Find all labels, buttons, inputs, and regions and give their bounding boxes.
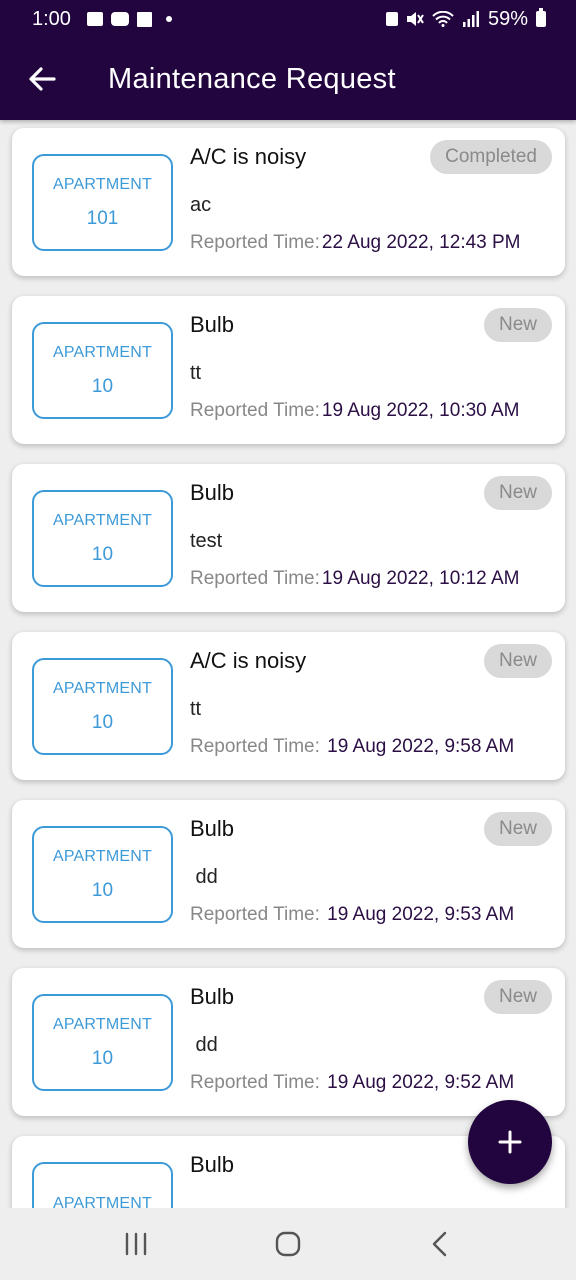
reported-time-label: Reported Time: (190, 1072, 320, 1093)
apartment-number: 101 (86, 207, 119, 229)
apartment-number: 10 (91, 1047, 114, 1069)
back-button[interactable] (12, 49, 72, 109)
apartment-box: APARTMENT 10 (32, 658, 173, 755)
app-bar: Maintenance Request (0, 38, 576, 120)
apartment-box: APARTMENT 10 (32, 826, 173, 923)
dot-icon (165, 16, 172, 22)
back-icon (432, 1231, 447, 1257)
request-description: tt (190, 698, 202, 720)
apartment-box: APARTMENT (32, 1162, 173, 1208)
request-card[interactable]: APARTMENT 10 A/C is noisy New tt Reporte… (12, 632, 565, 780)
reported-time-value: 19 Aug 2022, 10:30 AM (321, 400, 520, 421)
reported-time: Reported Time: 22 Aug 2022, 12:43 PM (190, 232, 521, 254)
apartment-box: APARTMENT 10 (32, 322, 173, 419)
apartment-label: APARTMENT (53, 847, 152, 865)
apartment-number: 10 (91, 711, 114, 733)
request-description: dd (190, 866, 218, 888)
status-badge: New (483, 812, 552, 846)
reported-time: Reported Time: 19 Aug 2022, 10:30 AM (190, 400, 519, 422)
battery-icon (536, 8, 546, 27)
status-badge: New (483, 308, 552, 342)
page-title: Maintenance Request (108, 62, 396, 95)
recent-apps-icon (125, 1232, 147, 1256)
apartment-label: APARTMENT (53, 343, 152, 361)
apartment-box: APARTMENT 101 (32, 154, 173, 251)
alarm-icon (385, 12, 398, 26)
apartment-box: APARTMENT 10 (32, 490, 173, 587)
reported-time-label: Reported Time: (190, 904, 320, 925)
apartment-label: APARTMENT (53, 511, 152, 529)
status-time: 1:00 (32, 7, 71, 30)
home-button[interactable] (258, 1214, 318, 1274)
apartment-label: APARTMENT (53, 679, 152, 697)
plus-icon (498, 1130, 522, 1154)
request-description: ac (190, 194, 212, 216)
request-title: Bulb (190, 1152, 235, 1177)
request-title: A/C is noisy (190, 648, 307, 673)
mute-icon (406, 12, 424, 26)
apartment-box: APARTMENT 10 (32, 994, 173, 1091)
apartment-number: 10 (91, 879, 114, 901)
calendar-icon (136, 11, 152, 27)
reported-time-label: Reported Time: (190, 568, 320, 589)
request-title: A/C is noisy (190, 144, 307, 169)
reported-time: Reported Time: 19 Aug 2022, 9:58 AM (190, 736, 514, 758)
reported-time-value: 22 Aug 2022, 12:43 PM (321, 232, 521, 253)
arrow-left-icon (29, 67, 56, 91)
reported-time: Reported Time: 19 Aug 2022, 9:52 AM (190, 1072, 514, 1094)
home-icon (275, 1231, 301, 1257)
status-badge: New (483, 476, 552, 510)
request-description: tt (190, 362, 202, 384)
reported-time: Reported Time: 19 Aug 2022, 10:12 AM (190, 568, 519, 590)
request-card[interactable]: APARTMENT 10 Bulb New dd Reported Time: … (12, 968, 565, 1116)
system-back-button[interactable] (410, 1214, 470, 1274)
reported-time-label: Reported Time: (190, 736, 320, 757)
reported-time-label: Reported Time: (190, 400, 320, 421)
request-list[interactable]: APARTMENT 101 A/C is noisy Completed ac … (0, 120, 576, 1208)
request-description: test (190, 530, 223, 552)
add-request-button[interactable] (468, 1100, 552, 1184)
request-card[interactable]: APARTMENT 10 Bulb New dd Reported Time: … (12, 800, 565, 948)
battery-percent: 59% (487, 7, 528, 30)
gallery-icon (86, 12, 103, 26)
apartment-label: APARTMENT (53, 1194, 152, 1209)
status-badge: New (483, 644, 552, 678)
request-card[interactable]: APARTMENT 10 Bulb New test Reported Time… (12, 464, 565, 612)
wifi-icon (432, 11, 454, 27)
request-card[interactable]: APARTMENT 10 Bulb New tt Reported Time: 1… (12, 296, 565, 444)
status-badge: Completed (430, 140, 552, 174)
youtube-icon (110, 12, 129, 26)
apartment-label: APARTMENT (53, 175, 152, 193)
apartment-label: APARTMENT (53, 1015, 152, 1033)
recent-apps-button[interactable] (106, 1214, 166, 1274)
status-bar: 1:00 59% (0, 0, 576, 38)
reported-time-value: 19 Aug 2022, 9:52 AM (321, 1072, 515, 1093)
apartment-number: 10 (91, 375, 114, 397)
system-nav-bar (0, 1208, 576, 1280)
reported-time-value: 19 Aug 2022, 9:53 AM (321, 904, 515, 925)
reported-time-value: 19 Aug 2022, 10:12 AM (321, 568, 520, 589)
reported-time: Reported Time: 19 Aug 2022, 9:53 AM (190, 904, 514, 926)
apartment-number: 10 (91, 543, 114, 565)
request-title: Bulb (190, 312, 235, 337)
reported-time-value: 19 Aug 2022, 9:58 AM (321, 736, 515, 757)
request-title: Bulb (190, 816, 235, 841)
status-badge: New (483, 980, 552, 1014)
request-title: Bulb (190, 984, 235, 1009)
request-description: dd (190, 1034, 218, 1056)
signal-icon (462, 11, 479, 27)
reported-time-label: Reported Time: (190, 232, 320, 253)
request-title: Bulb (190, 480, 235, 505)
request-card[interactable]: APARTMENT 101 A/C is noisy Completed ac … (12, 128, 565, 276)
